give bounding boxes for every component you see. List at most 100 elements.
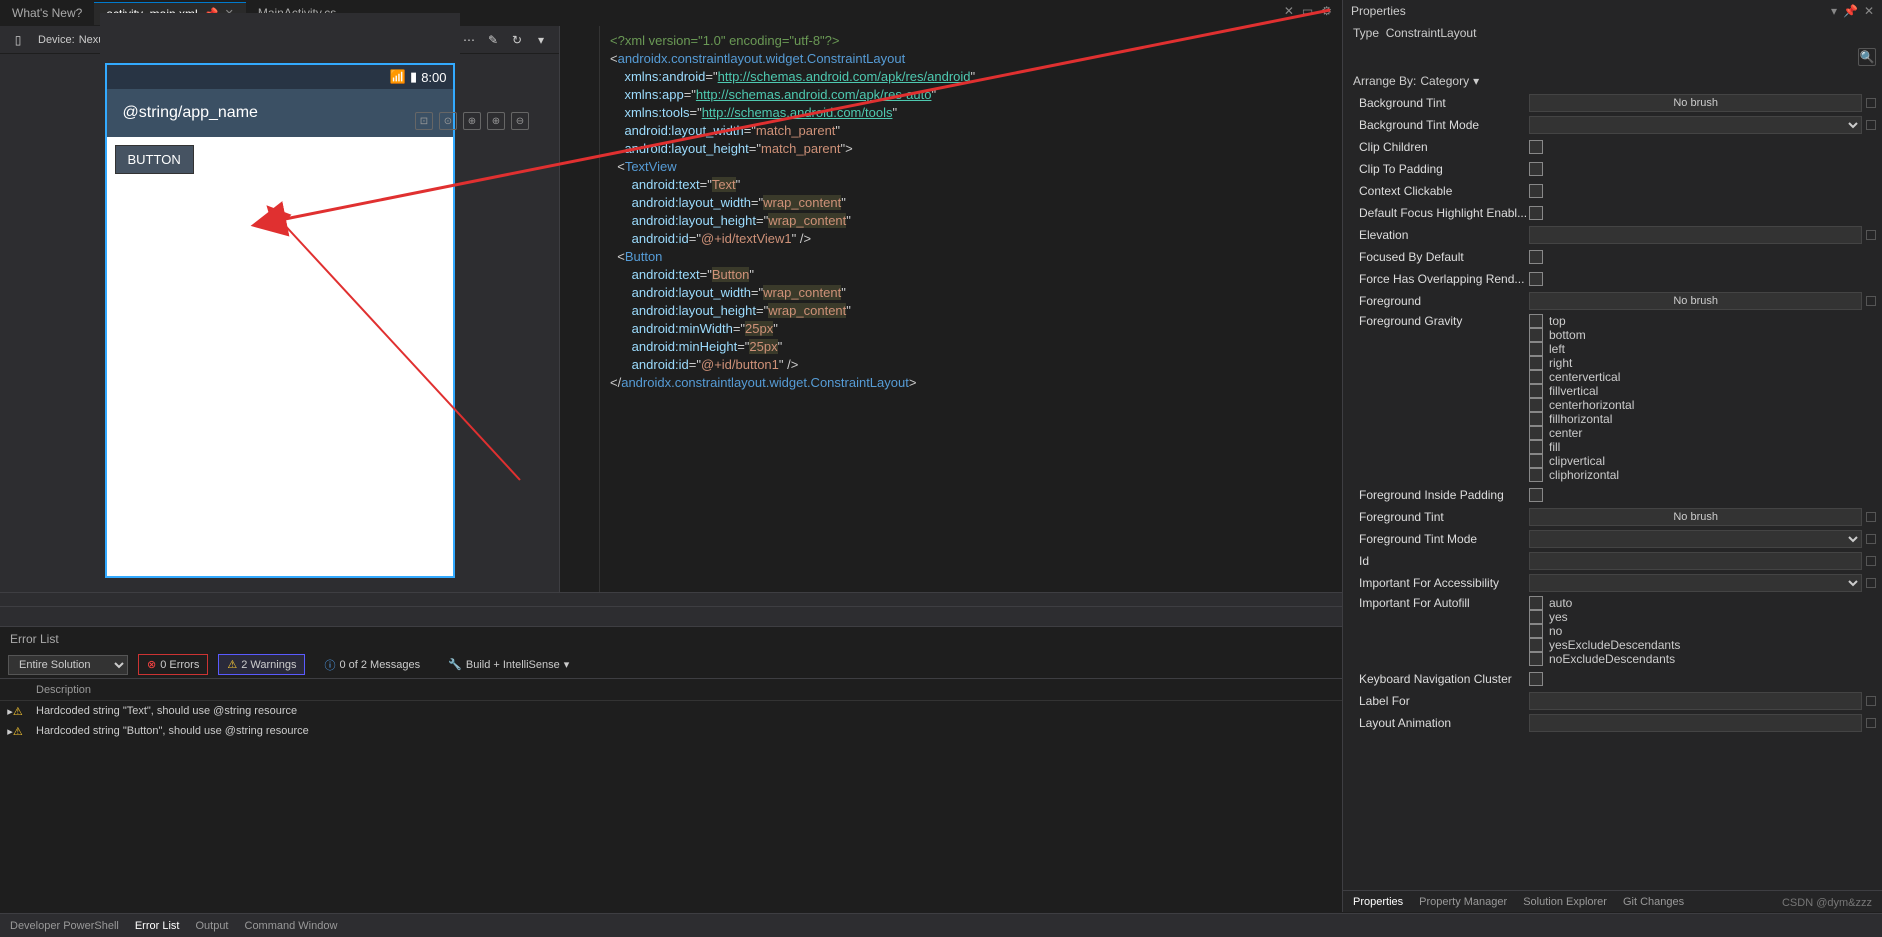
- zoom-out-icon[interactable]: ⊖: [511, 112, 529, 130]
- tab-git-changes[interactable]: Git Changes: [1623, 896, 1684, 908]
- type-display: Type ConstraintLayout: [1343, 22, 1882, 44]
- device-status-bar: 📶 ▮ 8:00: [107, 65, 453, 89]
- gravity-option[interactable]: left: [1529, 342, 1565, 356]
- checkbox[interactable]: [1529, 342, 1543, 356]
- checkbox[interactable]: [1529, 314, 1543, 328]
- marker-icon[interactable]: [1866, 512, 1876, 522]
- fg-tint-value[interactable]: No brush: [1529, 508, 1862, 526]
- marker-icon[interactable]: [1866, 120, 1876, 130]
- bg-tint-mode-select[interactable]: [1529, 116, 1862, 134]
- clip-padding-checkbox[interactable]: [1529, 162, 1543, 176]
- zoom-reset-icon[interactable]: ⊙: [439, 112, 457, 130]
- autofill-option[interactable]: yes: [1529, 610, 1568, 624]
- default-focus-checkbox[interactable]: [1529, 206, 1543, 220]
- close-icon[interactable]: ✕: [1284, 4, 1294, 18]
- errors-filter[interactable]: ⊗ 0 Errors: [138, 654, 208, 675]
- brush-icon[interactable]: ✎: [485, 32, 501, 48]
- autofill-option[interactable]: auto: [1529, 596, 1572, 610]
- arrange-by[interactable]: Arrange By: Category ▾: [1343, 70, 1882, 92]
- checkbox[interactable]: [1529, 370, 1543, 384]
- marker-icon[interactable]: [1866, 230, 1876, 240]
- checkbox[interactable]: [1529, 652, 1543, 666]
- gravity-option[interactable]: centerhorizontal: [1529, 398, 1634, 412]
- checkbox[interactable]: [1529, 454, 1543, 468]
- checkbox[interactable]: [1529, 426, 1543, 440]
- fg-inside-padding-checkbox[interactable]: [1529, 488, 1543, 502]
- checkbox[interactable]: [1529, 596, 1543, 610]
- zoom-100-icon[interactable]: ⊕: [463, 112, 481, 130]
- label-for-input[interactable]: [1529, 692, 1862, 710]
- gravity-option[interactable]: centervertical: [1529, 370, 1620, 384]
- checkbox[interactable]: [1529, 468, 1543, 482]
- checkbox[interactable]: [1529, 384, 1543, 398]
- tab-properties[interactable]: Properties: [1353, 896, 1403, 908]
- tab-command[interactable]: Command Window: [245, 920, 338, 932]
- bg-tint-value[interactable]: No brush: [1529, 94, 1862, 112]
- force-overlap-checkbox[interactable]: [1529, 272, 1543, 286]
- marker-icon[interactable]: [1866, 696, 1876, 706]
- split-icon[interactable]: ▭: [1302, 4, 1313, 18]
- more-icon[interactable]: ⋯: [461, 32, 477, 48]
- marker-icon[interactable]: [1866, 98, 1876, 108]
- tab-property-manager[interactable]: Property Manager: [1419, 896, 1507, 908]
- gravity-option[interactable]: center: [1529, 426, 1582, 440]
- autofill-option[interactable]: noExcludeDescendants: [1529, 652, 1675, 666]
- autofill-option[interactable]: no: [1529, 624, 1562, 638]
- tab-powershell[interactable]: Developer PowerShell: [10, 920, 119, 932]
- foreground-value[interactable]: No brush: [1529, 292, 1862, 310]
- marker-icon[interactable]: [1866, 718, 1876, 728]
- gravity-option[interactable]: cliphorizontal: [1529, 468, 1619, 482]
- chevron-down-icon[interactable]: ▾: [533, 32, 549, 48]
- imp-access-select[interactable]: [1529, 574, 1862, 592]
- checkbox[interactable]: [1529, 398, 1543, 412]
- marker-icon[interactable]: [1866, 556, 1876, 566]
- checkbox[interactable]: [1529, 610, 1543, 624]
- id-input[interactable]: [1529, 552, 1862, 570]
- designer-pane: ▯ Device: Nexus 4 ▾ Version: 9.0 (v28) ▾…: [0, 26, 560, 592]
- focused-default-checkbox[interactable]: [1529, 250, 1543, 264]
- keyboard-nav-checkbox[interactable]: [1529, 672, 1543, 686]
- build-filter[interactable]: 🔧 Build + IntelliSense ▾: [439, 654, 578, 675]
- zoom-in-icon[interactable]: ⊕: [487, 112, 505, 130]
- scope-dropdown[interactable]: Entire Solution: [8, 655, 128, 675]
- zoom-fit-icon[interactable]: ⊡: [415, 112, 433, 130]
- checkbox[interactable]: [1529, 440, 1543, 454]
- pin-icon[interactable]: 📌: [1843, 4, 1858, 18]
- refresh-icon[interactable]: ↻: [509, 32, 525, 48]
- tab-whatsnew[interactable]: What's New?: [0, 2, 94, 24]
- autofill-option[interactable]: yesExcludeDescendants: [1529, 638, 1680, 652]
- wifi-icon: 📶: [390, 69, 406, 85]
- gravity-option[interactable]: right: [1529, 356, 1572, 370]
- gravity-option[interactable]: fillvertical: [1529, 384, 1598, 398]
- phone-icon[interactable]: ▯: [10, 32, 26, 48]
- checkbox[interactable]: [1529, 412, 1543, 426]
- dropdown-icon[interactable]: ▾: [1831, 4, 1837, 18]
- checkbox[interactable]: [1529, 638, 1543, 652]
- checkbox[interactable]: [1529, 356, 1543, 370]
- gravity-option[interactable]: top: [1529, 314, 1566, 328]
- tab-errorlist[interactable]: Error List: [135, 920, 180, 932]
- clip-children-checkbox[interactable]: [1529, 140, 1543, 154]
- checkbox[interactable]: [1529, 328, 1543, 342]
- gear-icon[interactable]: ⚙: [1321, 4, 1332, 18]
- warnings-filter[interactable]: ⚠ 2 Warnings: [218, 654, 305, 675]
- context-clickable-checkbox[interactable]: [1529, 184, 1543, 198]
- close-icon[interactable]: ✕: [1864, 4, 1874, 18]
- gravity-option[interactable]: clipvertical: [1529, 454, 1605, 468]
- preview-button[interactable]: BUTTON: [115, 145, 194, 174]
- tab-solution-explorer[interactable]: Solution Explorer: [1523, 896, 1607, 908]
- search-icon[interactable]: 🔍: [1858, 48, 1876, 66]
- messages-filter[interactable]: ⓘ 0 of 2 Messages: [315, 653, 429, 677]
- marker-icon[interactable]: [1866, 296, 1876, 306]
- marker-icon[interactable]: [1866, 534, 1876, 544]
- device-preview[interactable]: 📶 ▮ 8:00 @string/app_name BUTTON: [100, 13, 460, 583]
- gravity-option[interactable]: fill: [1529, 440, 1560, 454]
- marker-icon[interactable]: [1866, 578, 1876, 588]
- gravity-option[interactable]: fillhorizontal: [1529, 412, 1612, 426]
- checkbox[interactable]: [1529, 624, 1543, 638]
- elevation-input[interactable]: [1529, 226, 1862, 244]
- tab-output[interactable]: Output: [195, 920, 228, 932]
- layout-anim-input[interactable]: [1529, 714, 1862, 732]
- gravity-option[interactable]: bottom: [1529, 328, 1586, 342]
- fg-tint-mode-select[interactable]: [1529, 530, 1862, 548]
